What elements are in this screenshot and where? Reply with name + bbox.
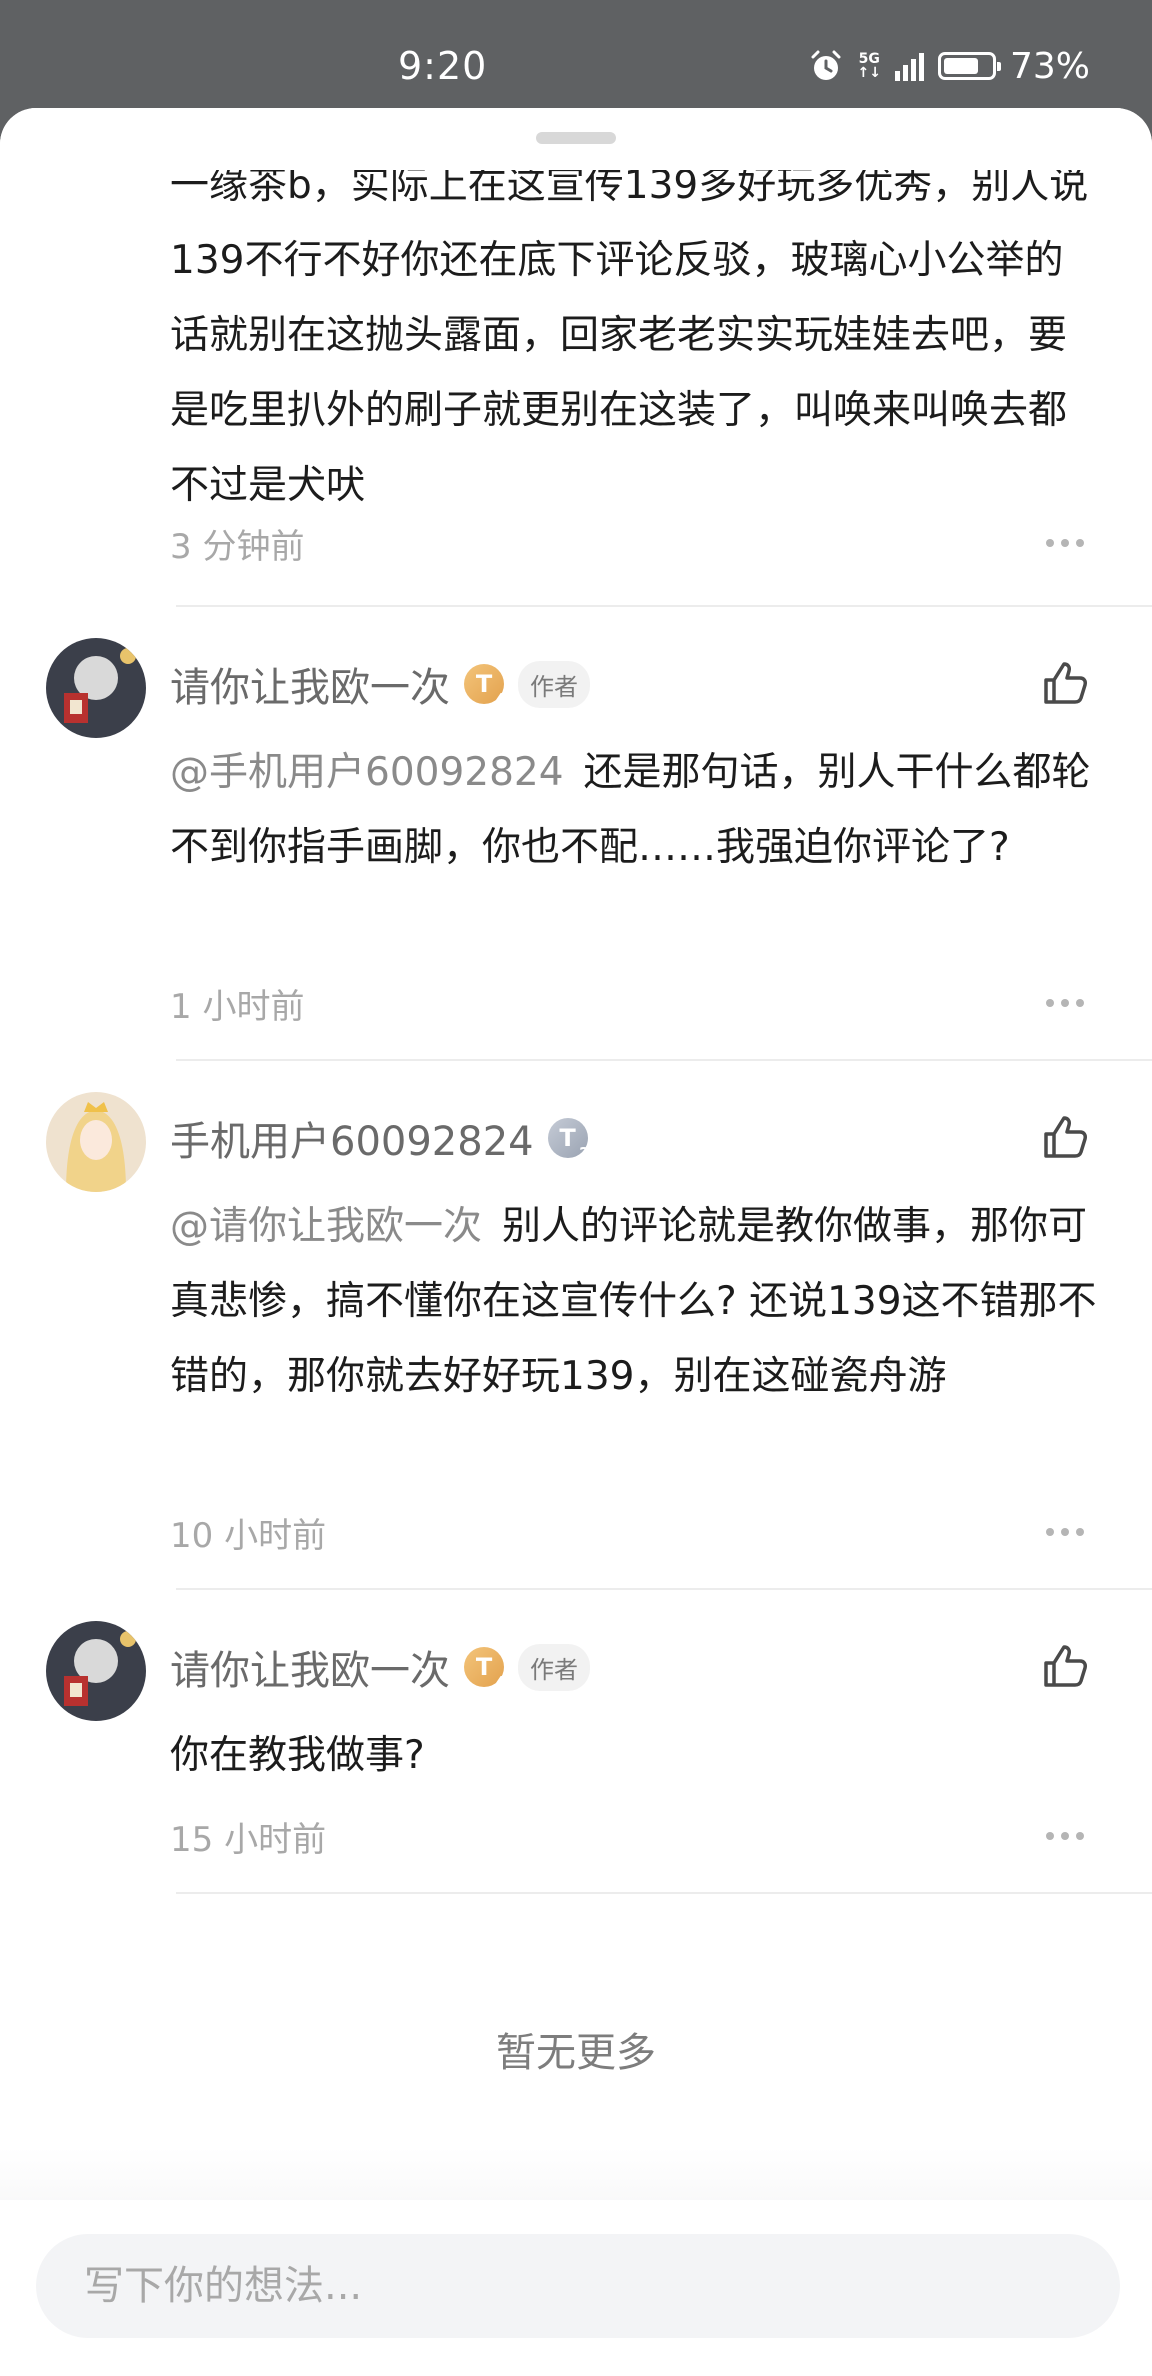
comment-meta: 3 分钟前: [170, 518, 1090, 568]
avatar[interactable]: [46, 1621, 146, 1721]
bottom-input-bar: [0, 2200, 1152, 2376]
level-number: 2: [579, 1144, 590, 1162]
level-letter: T: [475, 1653, 493, 1681]
network-label: 5G: [858, 51, 880, 67]
divider: [176, 605, 1152, 607]
comment-text: 你在教我做事?: [170, 1733, 425, 1778]
comment-meta: 10 小时前: [170, 1507, 1090, 1557]
author-row: 请你让我欧一次 T4 作者: [170, 1637, 590, 1697]
comment-body: @请你让我欧一次 别人的评论就是教你做事，那你可真悲惨，搞不懂你在这宣传什么? 还…: [170, 1189, 1100, 1414]
comment-text: 一缘茶b，实际上在这宣传139多好玩多优秀，别人说139不行不好你还在底下评论反…: [170, 163, 1089, 508]
status-icons: 5G ↑↓ 73%: [808, 45, 1090, 87]
battery-icon: [937, 52, 1001, 80]
comment-meta: 15 小时前: [170, 1811, 1090, 1861]
like-icon[interactable]: [1040, 1641, 1090, 1691]
comments-sheet: 一缘茶b，实际上在这宣传139多好玩多优秀，别人说139不行不好你还在底下评论反…: [0, 108, 1152, 2376]
no-more-label: 暂无更多: [496, 2030, 656, 2076]
level-badge: T4: [464, 1647, 506, 1691]
mention-link[interactable]: @请你让我欧一次: [170, 1204, 482, 1249]
more-icon[interactable]: [1046, 1831, 1090, 1841]
like-icon[interactable]: [1040, 1112, 1090, 1162]
author-row: 手机用户60092824 T2: [170, 1108, 590, 1168]
level-letter: T: [475, 670, 493, 698]
author-tag: 作者: [518, 1643, 590, 1691]
drag-handle[interactable]: [536, 132, 616, 144]
level-number: 4: [495, 690, 506, 708]
comment-meta: 1 小时前: [170, 978, 1090, 1028]
comment-time: 10 小时前: [170, 1515, 327, 1556]
divider: [176, 1892, 1152, 1894]
comment-time: 15 小时前: [170, 1819, 327, 1860]
level-number: 4: [495, 1673, 506, 1691]
signal-icon: [894, 51, 924, 81]
comment-body: @手机用户60092824 还是那句话，别人干什么都轮不到你指手画脚，你也不配………: [170, 735, 1100, 885]
avatar[interactable]: [46, 638, 146, 738]
author-tag: 作者: [518, 660, 590, 708]
mention-link[interactable]: @手机用户60092824: [170, 750, 564, 795]
status-time: 9:20: [398, 44, 488, 88]
more-icon[interactable]: [1046, 538, 1090, 548]
status-bar: 9:20 5G ↑↓ 73%: [0, 0, 1152, 110]
battery-fill: [943, 58, 978, 74]
comment-time: 1 小时前: [170, 986, 305, 1027]
battery-percent: 73%: [1009, 45, 1090, 87]
divider: [176, 1059, 1152, 1061]
avatar[interactable]: [46, 1092, 146, 1192]
level-badge: T2: [547, 1118, 590, 1162]
author-row: 请你让我欧一次 T4 作者: [170, 654, 590, 714]
level-badge: T4: [464, 664, 506, 708]
like-icon[interactable]: [1040, 658, 1090, 708]
network-5g-icon: 5G ↑↓: [857, 51, 881, 81]
level-letter: T: [559, 1124, 576, 1152]
author-name[interactable]: 请你让我欧一次: [170, 655, 450, 713]
comment-time: 3 分钟前: [170, 526, 305, 567]
comment-input[interactable]: [36, 2234, 1120, 2338]
author-name[interactable]: 手机用户60092824: [170, 1109, 534, 1167]
author-name[interactable]: 请你让我欧一次: [170, 1638, 450, 1696]
divider: [176, 1588, 1152, 1590]
more-icon[interactable]: [1046, 1527, 1090, 1537]
more-icon[interactable]: [1046, 998, 1090, 1008]
alarm-icon: [808, 48, 844, 84]
